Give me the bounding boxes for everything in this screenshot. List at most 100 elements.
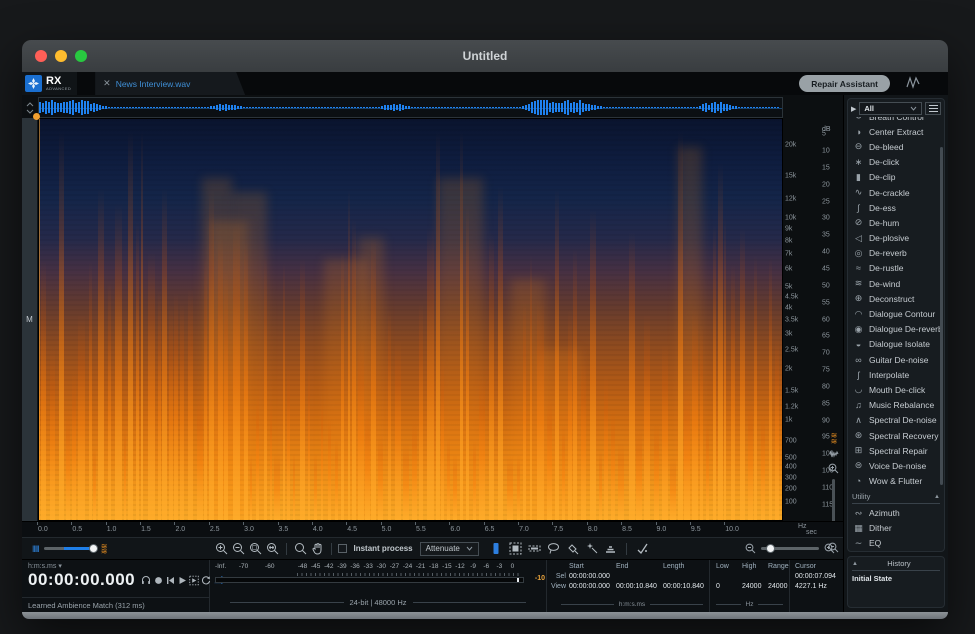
time-tick: 10.0 <box>725 526 739 533</box>
module-item-music-rebalance[interactable]: ♫Music Rebalance <box>848 398 944 413</box>
freq-label: 1k <box>785 416 792 423</box>
module-filter-dropdown[interactable]: All <box>859 102 922 115</box>
play-selection-icon[interactable] <box>189 574 199 586</box>
module-list-scrollbar[interactable] <box>940 147 943 485</box>
zoom-selection-icon[interactable] <box>248 541 263 556</box>
utility-section-header[interactable]: Utility ▲ <box>852 492 940 504</box>
magnify-tool-icon[interactable] <box>293 541 308 556</box>
zoom-in-time-icon[interactable] <box>214 541 229 556</box>
view-length-value[interactable]: 00:00:10.840 <box>663 583 710 590</box>
module-item-de-plosive[interactable]: ◁De-plosive <box>848 231 944 246</box>
freq-label: 100 <box>785 499 797 506</box>
brush-selection-tool-icon[interactable] <box>565 541 580 556</box>
waveform-view-icon[interactable] <box>829 450 839 458</box>
spectral-recovery-icon: ⊛ <box>853 430 864 441</box>
record-icon[interactable] <box>153 574 163 586</box>
instant-process-checkbox[interactable] <box>338 544 347 553</box>
meter-peak-readout[interactable]: -10 <box>535 575 545 582</box>
grab-hand-tool-icon[interactable] <box>310 541 325 556</box>
blend-slider[interactable] <box>44 547 96 550</box>
module-item-de-bleed[interactable]: ⊖De-bleed <box>848 139 944 154</box>
playhead-handle[interactable] <box>33 113 40 120</box>
playhead[interactable] <box>39 119 40 520</box>
module-item-interpolate[interactable]: ʃInterpolate <box>848 367 944 382</box>
spectrogram-view-icon[interactable]: ≋≋ <box>831 433 837 445</box>
dialogue-de-reverb-icon: ◉ <box>853 324 864 335</box>
time-ruler[interactable]: 0.00.51.01.52.02.53.03.54.04.55.05.56.06… <box>22 521 843 537</box>
freq-label: 9k <box>785 225 792 232</box>
module-item-de-click[interactable]: ∗De-click <box>848 155 944 170</box>
frequency-selection-tool-icon[interactable] <box>527 541 542 556</box>
freq-label: 5k <box>785 283 792 290</box>
module-item-guitar-de-noise[interactable]: ∞Guitar De-noise <box>848 352 944 367</box>
utility-title: Utility <box>852 492 870 501</box>
freq-range-value[interactable]: 24000 <box>768 583 792 590</box>
skip-to-start-icon[interactable] <box>165 574 175 586</box>
eq-icon: ∼ <box>853 538 864 549</box>
h-zoom-slider[interactable] <box>761 547 819 550</box>
module-item-eq[interactable]: ∼EQ <box>848 536 944 551</box>
module-item-dialogue-de-reverb[interactable]: ◉Dialogue De-reverb <box>848 322 944 337</box>
module-item-breath-control[interactable]: ↻Breath Control <box>848 117 944 124</box>
module-item-dither[interactable]: ▦Dither <box>848 521 944 536</box>
module-item-spectral-de-noise[interactable]: ∧Spectral De-noise <box>848 413 944 428</box>
process-mode-dropdown[interactable]: Attenuate <box>420 542 479 556</box>
spectrogram-blend-icon: ≋≋ <box>101 544 107 554</box>
zoom-window-icon[interactable] <box>75 50 87 62</box>
view-start-value[interactable]: 00:00:00.000 <box>569 583 616 590</box>
magic-wand-tool-icon[interactable] <box>584 541 599 556</box>
module-item-de-ess[interactable]: ∫De-ess <box>848 200 944 215</box>
time-display[interactable]: 00:00:00.000 <box>28 570 135 590</box>
close-window-icon[interactable] <box>35 50 47 62</box>
freq-high-value[interactable]: 24000 <box>742 583 768 590</box>
find-similar-tool-icon[interactable] <box>635 541 650 556</box>
module-item-dialogue-contour[interactable]: ◠Dialogue Contour <box>848 306 944 321</box>
overview-zoom-control[interactable] <box>745 543 835 554</box>
sel-start-value[interactable]: 00:00:00.000 <box>569 573 616 580</box>
module-item-spectral-repair[interactable]: ⊞Spectral Repair <box>848 443 944 458</box>
meter-label: -30 <box>377 563 386 570</box>
module-item-center-extract[interactable]: ◑Center Extract <box>848 124 944 139</box>
module-item-de-reverb[interactable]: ◎De-reverb <box>848 246 944 261</box>
feather-selection-tool-icon[interactable] <box>603 541 618 556</box>
monitor-headphones-icon[interactable] <box>141 574 151 586</box>
zoom-out-time-icon[interactable] <box>231 541 246 556</box>
module-item-de-clip[interactable]: ▮De-clip <box>848 170 944 185</box>
module-item-voice-de-noise[interactable]: ⊜Voice De-noise <box>848 458 944 473</box>
signal-flow-icon[interactable] <box>906 76 920 89</box>
minimize-window-icon[interactable] <box>55 50 67 62</box>
view-end-value[interactable]: 00:00:10.840 <box>616 583 663 590</box>
tab-close-icon[interactable]: ✕ <box>103 78 111 89</box>
module-item-wow-flutter[interactable]: ◔Wow & Flutter <box>848 474 944 489</box>
chevron-down-icon <box>910 106 917 111</box>
module-item-de-wind[interactable]: ≋De-wind <box>848 276 944 291</box>
vertical-zoom-in-icon[interactable] <box>828 463 839 474</box>
file-tab[interactable]: ✕ News Interview.wav <box>95 72 245 95</box>
spectrogram[interactable] <box>38 118 783 521</box>
module-item-mouth-de-click[interactable]: ◡Mouth De-click <box>848 382 944 397</box>
module-item-de-rustle[interactable]: ≈De-rustle <box>848 261 944 276</box>
play-icon[interactable] <box>177 574 187 586</box>
time-selection-tool-icon[interactable] <box>489 541 504 556</box>
zoom-full-icon[interactable] <box>265 541 280 556</box>
module-item-de-hum[interactable]: ⊘De-hum <box>848 215 944 230</box>
module-item-spectral-recovery[interactable]: ⊛Spectral Recovery <box>848 428 944 443</box>
time-format-dropdown[interactable]: h:m:s.ms ▾ <box>28 562 209 570</box>
module-item-de-crackle[interactable]: ∿De-crackle <box>848 185 944 200</box>
module-item-azimuth[interactable]: ∾Azimuth <box>848 505 944 520</box>
module-menu-icon[interactable] <box>925 102 941 115</box>
module-item-deconstruct[interactable]: ⊕Deconstruct <box>848 291 944 306</box>
history-entry[interactable]: Initial State <box>852 574 940 583</box>
preview-play-icon[interactable]: ▶ <box>851 105 856 113</box>
title-bar[interactable]: Untitled <box>22 40 948 72</box>
repair-assistant-button[interactable]: Repair Assistant <box>799 75 890 92</box>
module-item-dialogue-isolate[interactable]: ◒Dialogue Isolate <box>848 337 944 352</box>
time-frequency-selection-tool-icon[interactable] <box>508 541 523 556</box>
waveform-overview[interactable] <box>38 97 783 118</box>
channel-strip[interactable]: M <box>22 118 38 521</box>
lasso-selection-tool-icon[interactable] <box>546 541 561 556</box>
view-blend-control[interactable]: ǁǀǁ ≋≋ <box>32 544 106 554</box>
freq-low-value[interactable]: 0 <box>716 583 742 590</box>
vertical-zoom-out-icon[interactable] <box>828 542 839 553</box>
zoom-out-icon[interactable] <box>745 543 756 554</box>
